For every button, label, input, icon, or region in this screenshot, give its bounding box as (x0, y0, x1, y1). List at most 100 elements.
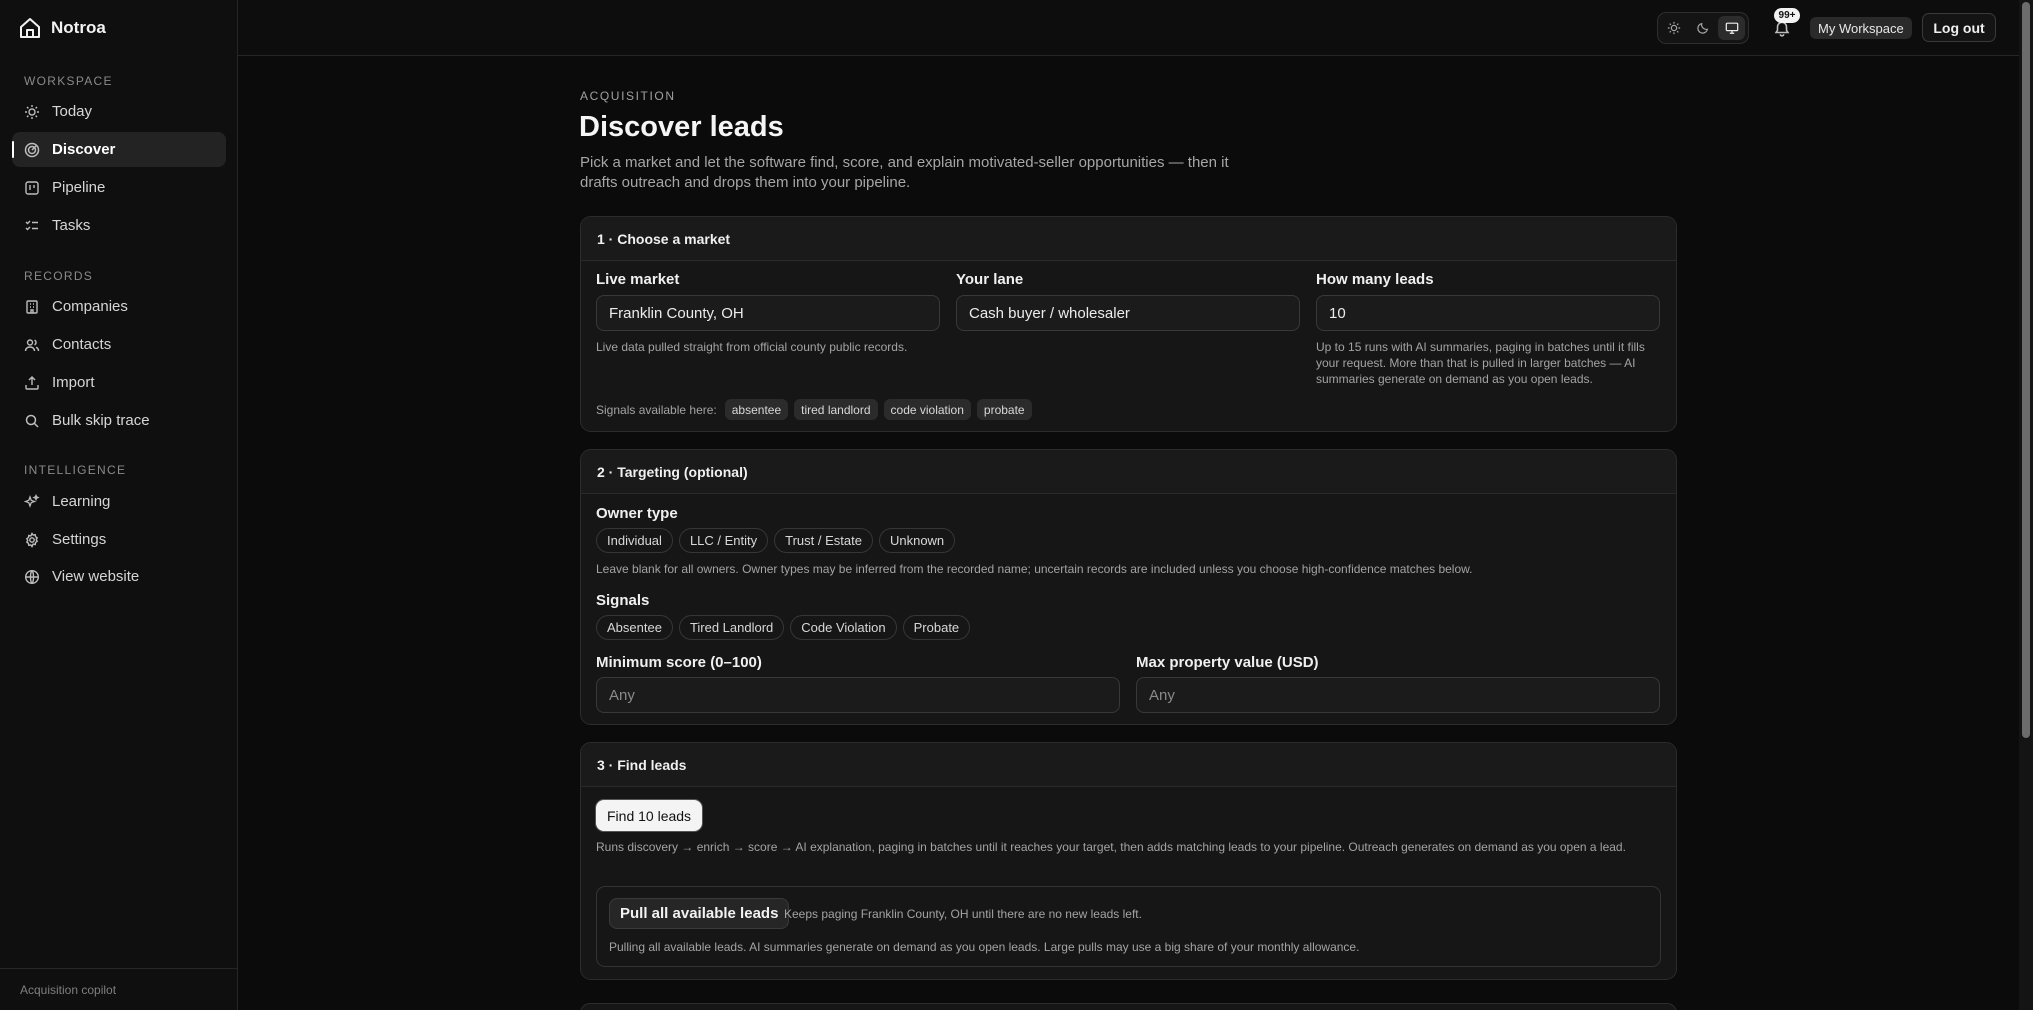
notifications-badge: 99+ (1774, 8, 1800, 23)
upload-icon (24, 375, 40, 391)
sidebar-item-label: Companies (52, 298, 128, 315)
signal-chip[interactable]: Probate (902, 615, 971, 640)
signal-chip[interactable]: Code Violation (790, 615, 897, 640)
monitor-icon (1725, 22, 1738, 34)
find-leads-hint: Runs discovery → enrich → score → AI exp… (596, 840, 1626, 854)
live-market-select[interactable]: Franklin County, OH (596, 295, 940, 331)
page-title: Discover leads (579, 111, 784, 143)
gear-icon (24, 531, 40, 548)
house-logo-icon (18, 16, 42, 40)
min-score-input[interactable]: Any (596, 677, 1120, 713)
next-step-card (580, 1003, 1677, 1010)
theme-light-button[interactable] (1661, 16, 1688, 40)
your-lane-label: Your lane (956, 271, 1024, 288)
sidebar: Notroa WORKSPACE Today Discover Pipeline… (0, 0, 238, 1010)
sidebar-item-view-website[interactable]: View website (12, 559, 226, 594)
sidebar-item-tasks[interactable]: Tasks (12, 208, 226, 243)
sidebar-item-pipeline[interactable]: Pipeline (12, 170, 226, 205)
section-label-workspace: WORKSPACE (24, 74, 113, 88)
owner-type-chips: Individual LLC / Entity Trust / Estate U… (596, 528, 956, 553)
available-signals: Signals available here: absentee tired l… (596, 399, 1032, 420)
owner-type-chip[interactable]: Unknown (878, 528, 956, 553)
choose-market-card: 1 · Choose a market Live market Franklin… (580, 216, 1677, 432)
live-market-hint: Live data pulled straight from official … (596, 340, 908, 354)
pull-all-button[interactable]: Pull all available leads (609, 898, 790, 929)
card-title: 2 · Targeting (optional) (581, 450, 1676, 494)
max-value-label: Max property value (USD) (1136, 654, 1319, 671)
page-eyebrow: ACQUISITION (580, 89, 676, 103)
owner-type-hint: Leave blank for all owners. Owner types … (596, 562, 1473, 576)
sidebar-item-bulk-skip-trace[interactable]: Bulk skip trace (12, 403, 226, 438)
sparkles-icon (24, 493, 40, 510)
scrollbar-track[interactable] (2019, 0, 2033, 1010)
sidebar-item-today[interactable]: Today (12, 94, 226, 129)
signal-chip[interactable]: Absentee (596, 615, 673, 640)
signal-tag: probate (976, 399, 1032, 420)
card-title: 1 · Choose a market (581, 217, 1676, 261)
owner-type-chip[interactable]: LLC / Entity (678, 528, 769, 553)
owner-type-label: Owner type (596, 505, 678, 522)
sidebar-item-label: Tasks (52, 217, 91, 234)
live-market-label: Live market (596, 271, 680, 288)
page-description: Pick a market and let the software find,… (580, 154, 1229, 191)
sidebar-item-label: Settings (52, 531, 107, 548)
card-title: 3 · Find leads (581, 743, 1676, 787)
kanban-icon (24, 180, 40, 196)
brand-name: Notroa (51, 18, 106, 37)
theme-system-button[interactable] (1718, 16, 1746, 40)
search-icon (24, 413, 40, 429)
footer-tagline: Acquisition copilot (20, 983, 117, 997)
section-label-records: RECORDS (24, 269, 94, 283)
pull-all-inline-hint: Keeps paging Franklin County, OH until t… (784, 907, 1142, 921)
checklist-icon (24, 218, 40, 234)
brand[interactable]: Notroa (18, 14, 106, 42)
sidebar-item-label: Contacts (52, 336, 112, 353)
theme-toggle (1657, 12, 1749, 44)
topbar (238, 0, 2019, 56)
your-lane-select[interactable]: Cash buyer / wholesaler (956, 295, 1300, 331)
workspace-switcher[interactable]: My Workspace (1810, 17, 1912, 39)
sidebar-item-learning[interactable]: Learning (12, 484, 226, 519)
min-score-label: Minimum score (0–100) (596, 654, 762, 671)
owner-type-chip[interactable]: Trust / Estate (774, 528, 873, 553)
available-signals-label: Signals available here: (596, 402, 717, 417)
targeting-card: 2 · Targeting (optional) Owner type Indi… (580, 449, 1677, 725)
sidebar-item-label: Discover (52, 141, 116, 158)
sidebar-item-settings[interactable]: Settings (12, 522, 226, 557)
owner-type-chip[interactable]: Individual (596, 528, 673, 553)
sidebar-item-discover[interactable]: Discover (12, 132, 226, 167)
moon-icon (1697, 22, 1709, 34)
lead-count-hint: Up to 15 runs with AI summaries, paging … (1316, 340, 1645, 386)
sun-icon (1668, 21, 1681, 35)
find-leads-button[interactable]: Find 10 leads (596, 800, 703, 831)
sidebar-item-label: Pipeline (52, 179, 106, 196)
sidebar-item-companies[interactable]: Companies (12, 289, 226, 324)
sidebar-item-label: Bulk skip trace (52, 412, 150, 429)
sidebar-item-label: Learning (52, 493, 111, 510)
pull-all-panel: Pull all available leads Keeps paging Fr… (596, 886, 1661, 967)
section-label-intelligence: INTELLIGENCE (24, 463, 127, 477)
sidebar-item-label: Today (52, 103, 93, 120)
sun-icon (24, 104, 40, 120)
sidebar-item-contacts[interactable]: Contacts (12, 327, 226, 362)
scrollbar-thumb[interactable] (2022, 2, 2030, 738)
targeting-signals-label: Signals (596, 592, 650, 609)
targeting-signal-chips: Absentee Tired Landlord Code Violation P… (596, 615, 971, 640)
sidebar-item-import[interactable]: Import (12, 365, 226, 400)
sidebar-item-label: View website (52, 568, 140, 585)
logout-button[interactable]: Log out (1922, 13, 1996, 42)
sidebar-footer: Acquisition copilot (0, 968, 238, 1010)
signal-tag: absentee (724, 399, 789, 420)
signal-chip[interactable]: Tired Landlord (678, 615, 785, 640)
max-value-input[interactable]: Any (1136, 677, 1660, 713)
find-leads-card: 3 · Find leads Find 10 leads Runs discov… (580, 742, 1677, 980)
sidebar-item-label: Import (52, 374, 95, 391)
lead-count-input[interactable]: 10 (1316, 295, 1660, 331)
signal-tag: tired landlord (794, 399, 878, 420)
signal-tag: code violation (883, 399, 971, 420)
lead-count-label: How many leads (1316, 271, 1434, 288)
users-icon (24, 337, 40, 353)
globe-icon (24, 569, 40, 585)
theme-dark-button[interactable] (1690, 16, 1717, 40)
pull-all-hint: Pulling all available leads. AI summarie… (609, 940, 1360, 954)
